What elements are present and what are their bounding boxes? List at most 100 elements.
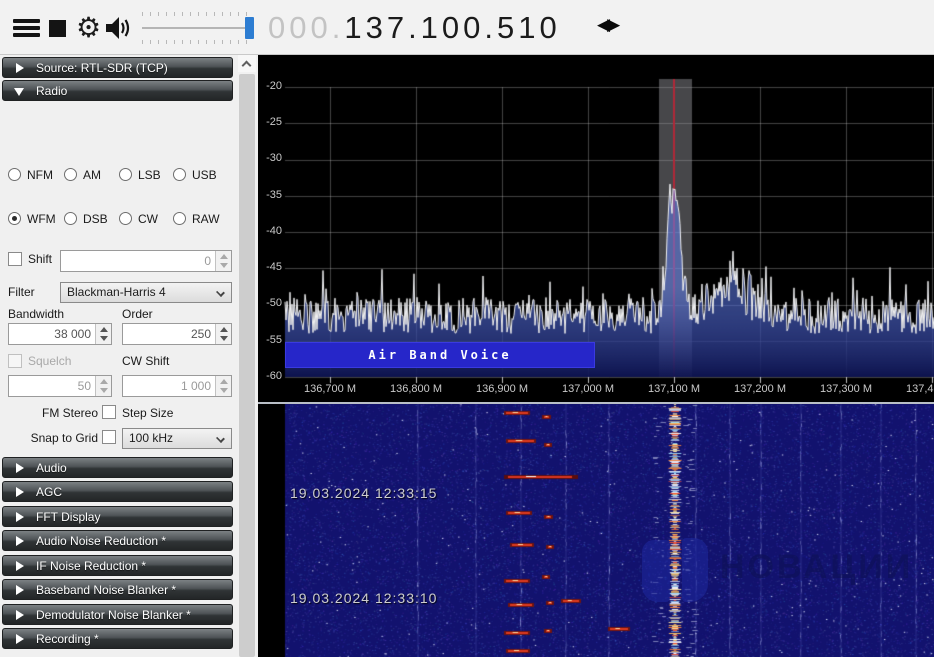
panel-if-noise-reduction[interactable]: IF Noise Reduction * <box>2 555 233 576</box>
filter-label: Filter <box>8 285 35 299</box>
panel-audio-noise-reduction[interactable]: Audio Noise Reduction * <box>2 530 233 551</box>
stop-button[interactable] <box>49 20 66 37</box>
mode-radio-usb[interactable] <box>173 168 186 181</box>
x-tick: 137,000 M <box>546 383 630 395</box>
collapsed-arrow-icon <box>16 634 24 644</box>
panel-baseband-noise-blanker[interactable]: Baseband Noise Blanker * <box>2 579 233 600</box>
volume-handle[interactable] <box>245 17 254 39</box>
collapsed-arrow-icon <box>16 63 24 73</box>
filter-select[interactable]: Blackman-Harris 4 <box>60 282 232 303</box>
sidebar-scrollbar[interactable] <box>238 55 256 657</box>
bandwidth-input[interactable]: 38 000 <box>8 323 112 345</box>
mode-radio-raw[interactable] <box>173 212 186 225</box>
gear-icon[interactable]: ⚙ <box>76 12 101 44</box>
panel-source-label: Source: RTL-SDR (TCP) <box>36 59 168 78</box>
waterfall-timestamp: 19.03.2024 12:33:15 <box>290 485 437 501</box>
sidebar: Source: RTL-SDR (TCP) Radio NFM AM LSB U… <box>0 55 236 657</box>
radio-panel-body: NFM AM LSB USB WFM DSB CW RAW Shift 0 <box>0 101 236 455</box>
mode-radio-am[interactable] <box>64 168 77 181</box>
speaker-icon[interactable] <box>104 15 134 46</box>
frequency-prefix[interactable]: 000. <box>268 10 344 45</box>
panel-audio[interactable]: Audio <box>2 457 233 478</box>
bandwidth-spinner[interactable] <box>95 324 111 344</box>
step-size-select[interactable]: 100 kHz <box>122 428 232 449</box>
mode-radio-lsb[interactable] <box>119 168 132 181</box>
x-tick: 137,300 M <box>804 383 888 395</box>
air-band-voice-band[interactable]: Air Band Voice <box>285 342 595 368</box>
scrollbar-thumb[interactable] <box>239 74 255 657</box>
panel-recording[interactable]: Recording * <box>2 628 233 649</box>
fm-stereo-label: FM Stereo <box>8 406 98 420</box>
panel-recording-label: Recording * <box>36 630 99 649</box>
collapsed-arrow-icon <box>16 585 24 595</box>
volume-slider[interactable] <box>142 10 262 46</box>
volume-ticks-bottom <box>142 40 254 44</box>
snap-to-grid-label: Snap to Grid <box>8 431 98 445</box>
panel-fft-display-label: FFT Display <box>36 508 100 527</box>
collapsed-arrow-icon <box>16 536 24 546</box>
bandwidth-label: Bandwidth <box>8 307 64 321</box>
fm-stereo-checkbox[interactable] <box>102 405 116 419</box>
y-tick: -50 <box>258 297 282 309</box>
mode-label-nfm: NFM <box>27 168 53 182</box>
snap-to-grid-checkbox[interactable] <box>102 430 116 444</box>
menu-hamburger-icon[interactable] <box>13 19 40 37</box>
panel-radio[interactable]: Radio <box>2 80 233 101</box>
collapsed-arrow-icon <box>16 512 24 522</box>
x-tick: 137,100 M <box>632 383 716 395</box>
scrollbar-up-arrow-icon[interactable] <box>238 55 256 72</box>
chevron-down-icon <box>216 288 225 297</box>
shift-checkbox[interactable] <box>8 252 22 266</box>
mode-radio-nfm[interactable] <box>8 168 21 181</box>
frequency-display[interactable]: 000.137.100.510 <box>268 6 561 50</box>
volume-track[interactable] <box>142 27 254 29</box>
step-size-selected-value: 100 kHz <box>129 431 173 445</box>
panel-agc[interactable]: AGC <box>2 481 233 502</box>
shift-input[interactable]: 0 <box>60 250 232 272</box>
shift-spinner[interactable] <box>215 251 231 271</box>
panel-agc-label: AGC <box>36 483 62 502</box>
y-tick: -60 <box>258 370 282 382</box>
panel-fft-display[interactable]: FFT Display <box>2 506 233 527</box>
waterfall: 19.03.2024 12:33:15 19.03.2024 12:33:10 … <box>258 404 934 657</box>
collapsed-arrow-icon <box>16 561 24 571</box>
y-tick: -55 <box>258 334 282 346</box>
mode-label-dsb: DSB <box>83 212 108 226</box>
squelch-input[interactable]: 50 <box>8 375 112 397</box>
step-size-label: Step Size <box>122 406 173 420</box>
y-tick: -35 <box>258 189 282 201</box>
mode-radio-wfm[interactable] <box>8 212 21 225</box>
chevron-down-icon <box>216 434 225 443</box>
cw-shift-spinner[interactable] <box>215 376 231 396</box>
tune-step-arrows-icon[interactable]: ◀▶ <box>597 15 617 35</box>
mode-label-lsb: LSB <box>138 168 161 182</box>
x-tick: 136,700 M <box>288 383 372 395</box>
order-value: 250 <box>191 327 211 341</box>
x-tick: 137,400 M <box>890 383 934 395</box>
shift-value: 0 <box>204 254 211 268</box>
cw-shift-label: CW Shift <box>122 354 169 368</box>
sdr-app-window: ⚙ 000.137.100.510 ◀▶ Source: RTL-SDR (TC… <box>0 0 934 657</box>
toolbar: ⚙ 000.137.100.510 ◀▶ <box>0 0 934 55</box>
waterfall-canvas[interactable] <box>258 404 934 657</box>
collapsed-arrow-icon <box>16 463 24 473</box>
y-tick: -45 <box>258 261 282 273</box>
mode-radio-dsb[interactable] <box>64 212 77 225</box>
frequency-value[interactable]: 137.100.510 <box>344 10 560 45</box>
squelch-value: 50 <box>78 379 91 393</box>
squelch-spinner[interactable] <box>95 376 111 396</box>
x-tick: 137,200 M <box>718 383 802 395</box>
mode-radio-cw[interactable] <box>119 212 132 225</box>
panel-audio-label: Audio <box>36 459 67 478</box>
squelch-checkbox[interactable] <box>8 354 22 368</box>
panel-demodulator-noise-blanker[interactable]: Demodulator Noise Blanker * <box>2 604 233 625</box>
expanded-arrow-icon <box>14 88 24 96</box>
order-input[interactable]: 250 <box>122 323 232 345</box>
panel-source[interactable]: Source: RTL-SDR (TCP) <box>2 57 233 78</box>
shift-label: Shift <box>28 252 52 266</box>
x-tick: 136,800 M <box>374 383 458 395</box>
y-tick: -20 <box>258 80 282 92</box>
order-spinner[interactable] <box>215 324 231 344</box>
collapsed-arrow-icon <box>16 610 24 620</box>
cw-shift-input[interactable]: 1 000 <box>122 375 232 397</box>
